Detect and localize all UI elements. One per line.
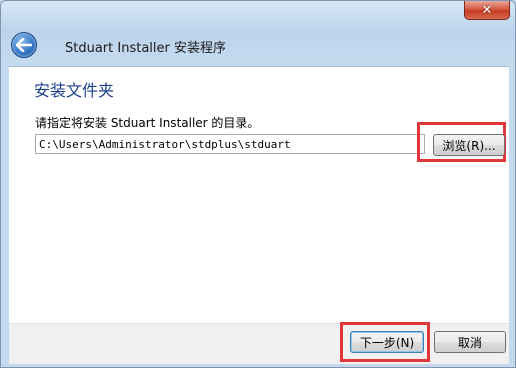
footer-bar: 下一步(N) 取消 (9, 322, 509, 364)
back-arrow-icon (16, 38, 32, 52)
next-button[interactable]: 下一步(N) (350, 331, 424, 353)
browse-button[interactable]: 浏览(R)... (433, 134, 505, 156)
installer-window: ✕ Stduart Installer 安装程序 安装文件夹 请指定将安装 St… (0, 0, 516, 368)
window-title: Stduart Installer 安装程序 (65, 41, 226, 56)
back-button[interactable] (11, 32, 37, 58)
directory-prompt: 请指定将安装 Stduart Installer 的目录。 (35, 116, 260, 130)
content-panel: 安装文件夹 请指定将安装 Stduart Installer 的目录。 浏览(R… (9, 66, 509, 323)
close-button[interactable]: ✕ (464, 1, 510, 20)
page-heading: 安装文件夹 (34, 81, 115, 100)
install-path-input[interactable] (35, 134, 425, 154)
cancel-button[interactable]: 取消 (434, 331, 506, 353)
close-icon: ✕ (481, 2, 493, 18)
